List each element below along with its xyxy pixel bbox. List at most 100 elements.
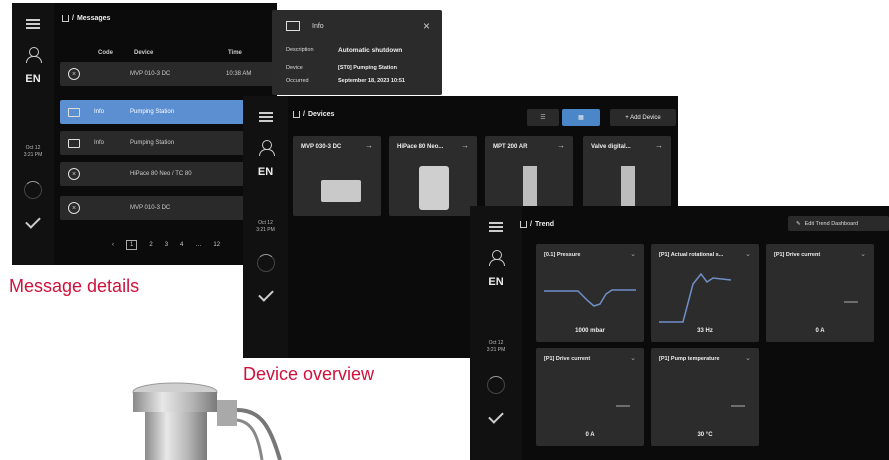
language-button[interactable]: EN — [488, 276, 503, 288]
check-icon[interactable] — [488, 408, 504, 424]
breadcrumb-separator: / — [72, 15, 74, 22]
device-name: Valve digital... — [591, 144, 631, 150]
trend-card[interactable]: [P1] Drive current ⌄ 0 A — [536, 348, 644, 446]
description-value: Automatic shutdown — [338, 47, 403, 54]
list-view-button[interactable]: ☰ — [527, 109, 559, 126]
device-card[interactable]: MVP 030-3 DC → — [293, 136, 381, 216]
loading-icon — [24, 181, 42, 199]
breadcrumb-separator: / — [530, 221, 532, 228]
product-collage: EN Oct 12 3:21 PM / Messages Code Device… — [0, 0, 889, 460]
page-button[interactable]: 1 — [126, 240, 138, 250]
home-icon[interactable] — [62, 15, 69, 22]
time-text: 3:21 PM — [486, 347, 506, 353]
pencil-icon: ✎ — [796, 220, 801, 227]
info-icon — [68, 138, 80, 148]
occurred-label: Occurred — [286, 78, 309, 84]
grid-view-button[interactable]: ▦ — [562, 109, 600, 126]
home-icon[interactable] — [293, 111, 300, 118]
error-icon: × — [68, 68, 80, 80]
info-title: Info — [312, 23, 324, 30]
trend-card-value: 0 A — [815, 328, 825, 334]
info-panel: Info × Description Automatic shutdown De… — [272, 10, 442, 95]
trend-card-value: 1000 mbar — [575, 328, 605, 334]
row-time: 10:38 AM — [226, 71, 252, 77]
row-device: MVP 010-3 DC — [130, 71, 171, 77]
device-name: MPT 200 AR — [493, 144, 528, 150]
breadcrumb: / Messages — [62, 15, 110, 22]
page-button[interactable]: 2 — [149, 242, 152, 248]
page-ellipsis: … — [195, 242, 202, 248]
menu-icon[interactable] — [26, 19, 40, 29]
device-name: HiPace 80 Neo... — [397, 144, 444, 150]
clock: Oct 12 3:21 PM — [24, 145, 43, 159]
prev-page-icon[interactable]: ‹ — [112, 242, 114, 248]
clock: Oct 12 3:21 PM — [487, 340, 506, 354]
trend-card[interactable]: [P1] Pump temperature ⌄ 30 °C — [651, 348, 759, 446]
check-icon[interactable] — [25, 213, 41, 229]
user-icon[interactable] — [489, 250, 505, 266]
page-button[interactable]: 12 — [213, 242, 220, 248]
envelope-icon — [286, 21, 300, 31]
user-icon[interactable] — [26, 47, 42, 63]
home-icon[interactable] — [520, 221, 527, 228]
trend-card[interactable]: [P1] Actual rotational s... ⌄ 33 Hz — [651, 244, 759, 342]
language-button[interactable]: EN — [25, 73, 40, 85]
row-code: Info — [94, 140, 105, 146]
error-icon: × — [68, 168, 80, 180]
info-icon — [68, 107, 80, 117]
side-rail: EN Oct 12 3:21 PM — [243, 96, 288, 358]
caption-messages: Message details — [9, 276, 140, 296]
occurred-value: September 18, 2023 10:51 — [338, 78, 405, 84]
page-button[interactable]: 4 — [180, 242, 183, 248]
open-icon[interactable]: → — [557, 141, 565, 150]
trend-card-value: 33 Hz — [697, 328, 713, 334]
device-card[interactable]: MPT 200 AR → — [485, 136, 573, 216]
row-device: MVP 010-3 DC — [130, 205, 171, 211]
row-device: Pumping Station — [130, 109, 175, 115]
trend-card-value: 30 °C — [697, 432, 713, 438]
open-icon[interactable]: → — [461, 141, 469, 150]
device-name: MVP 030-3 DC — [301, 144, 342, 150]
open-icon[interactable]: → — [365, 141, 373, 150]
device-card[interactable]: Valve digital... → — [583, 136, 671, 216]
language-button[interactable]: EN — [258, 166, 273, 178]
trend-card[interactable]: [0.1] Pressure ⌄ 1000 mbar — [536, 244, 644, 342]
pump-photo-graphic — [132, 382, 282, 460]
messages-screen: EN Oct 12 3:21 PM / Messages Code Device… — [12, 3, 277, 265]
date-text: Oct 12 — [488, 340, 504, 346]
device-label: Device — [286, 65, 303, 71]
trend-card[interactable]: [P1] Drive current ⌄ 0 A — [766, 244, 874, 342]
check-icon[interactable] — [257, 286, 274, 302]
date-text: Oct 12 — [258, 220, 273, 226]
breadcrumb-current: Messages — [76, 15, 111, 22]
table-row[interactable]: × MVP 010-3 DC 10:38 AM — [60, 62, 277, 86]
side-rail: EN Oct 12 3:21 PM — [12, 3, 54, 265]
column-device[interactable]: Device — [134, 50, 153, 56]
edit-trend-button[interactable]: ✎ Edit Trend Dashboard — [788, 216, 889, 231]
breadcrumb: / Devices — [293, 111, 334, 118]
valve-image — [621, 166, 635, 210]
turbopump-image — [419, 166, 449, 210]
row-device: Pumping Station — [130, 140, 175, 146]
edit-trend-label: Edit Trend Dashboard — [804, 220, 859, 227]
add-device-button[interactable]: + Add Device — [610, 109, 676, 126]
time-text: 3:21 PM — [256, 227, 275, 233]
error-icon: × — [68, 202, 80, 214]
page-button[interactable]: 3 — [165, 242, 168, 248]
trend-screen: EN Oct 12 3:21 PM / Trend ✎ Edit Trend D… — [470, 206, 889, 460]
close-icon[interactable]: × — [423, 19, 430, 33]
device-card[interactable]: HiPace 80 Neo... → — [389, 136, 477, 216]
loading-icon — [256, 254, 275, 272]
column-time[interactable]: Time — [228, 50, 242, 56]
pump-photo — [120, 380, 290, 460]
user-icon[interactable] — [258, 140, 275, 156]
device-value: [ST0] Pumping Station — [338, 65, 397, 71]
row-code: Info — [94, 109, 105, 115]
column-code[interactable]: Code — [98, 50, 113, 56]
open-icon[interactable]: → — [655, 141, 663, 150]
gauge-image — [523, 166, 537, 210]
menu-icon[interactable] — [489, 222, 503, 232]
menu-icon[interactable] — [258, 112, 273, 122]
trend-card-value: 0 A — [585, 432, 595, 438]
pump-image — [321, 180, 361, 202]
